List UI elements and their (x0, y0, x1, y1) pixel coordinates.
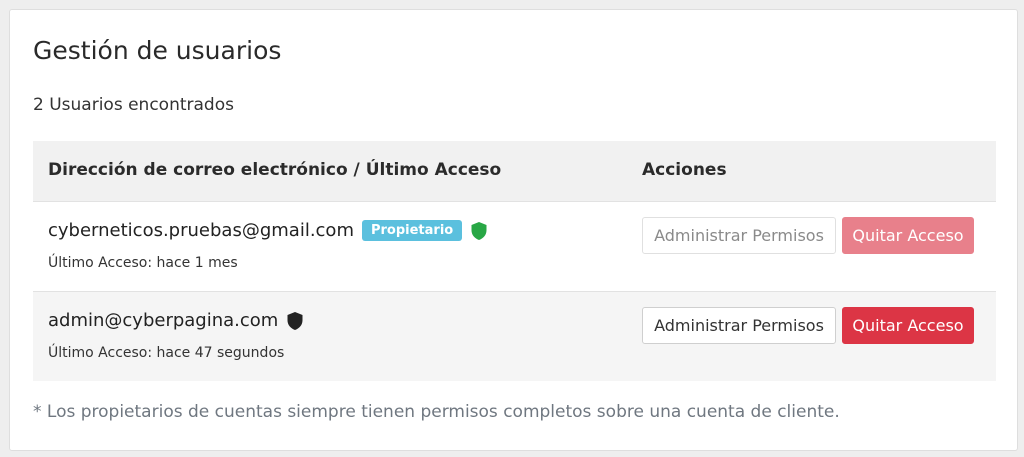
footnote: * Los propietarios de cuentas siempre ti… (33, 402, 840, 422)
green-shield-icon (471, 221, 487, 240)
user-management-panel: Gestión de usuarios 2 Usuarios encontrad… (9, 9, 1018, 451)
table-row: admin@cyberpagina.com Último Acceso: hac… (33, 291, 996, 381)
last-access: Último Acceso: hace 1 mes (48, 255, 238, 271)
table-header: Dirección de correo electrónico / Último… (33, 141, 996, 201)
page-title: Gestión de usuarios (33, 36, 282, 65)
user-email: cyberneticos.pruebas@gmail.com (48, 220, 354, 241)
column-header-actions: Acciones (642, 160, 727, 180)
table-row: cyberneticos.pruebas@gmail.com Propietar… (33, 201, 996, 291)
user-email: admin@cyberpagina.com (48, 310, 279, 331)
revoke-access-button[interactable]: Quitar Acceso (842, 217, 974, 254)
last-access: Último Acceso: hace 47 segundos (48, 345, 285, 361)
manage-permissions-button[interactable]: Administrar Permisos (642, 217, 836, 254)
column-header-email: Dirección de correo electrónico / Último… (48, 160, 502, 180)
user-count: 2 Usuarios encontrados (33, 95, 234, 115)
revoke-access-button[interactable]: Quitar Acceso (842, 307, 974, 344)
black-shield-icon (287, 311, 303, 330)
owner-badge: Propietario (361, 220, 463, 241)
users-table: Dirección de correo electrónico / Último… (33, 141, 996, 381)
manage-permissions-button[interactable]: Administrar Permisos (642, 307, 836, 344)
